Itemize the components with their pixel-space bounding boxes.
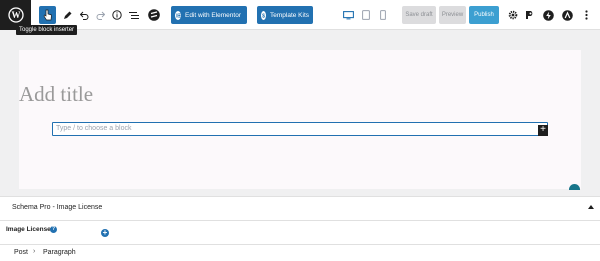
template-kits-label: Template Kits bbox=[270, 11, 310, 19]
desktop-icon bbox=[342, 10, 354, 19]
block-inserter-toggle-button[interactable] bbox=[39, 6, 56, 24]
schema-pro-metabox-body bbox=[0, 221, 600, 244]
block-breadcrumb-bar bbox=[0, 244, 600, 261]
template-kits-button[interactable]: $ Template Kits bbox=[257, 6, 313, 24]
svg-text:$: $ bbox=[262, 13, 265, 18]
collapse-caret-icon[interactable] bbox=[588, 205, 594, 209]
chevron-right-icon: › bbox=[33, 248, 36, 255]
post-title-input[interactable]: Add title bbox=[19, 82, 93, 107]
more-vertical-icon bbox=[584, 10, 588, 20]
plugin-logo-icon bbox=[526, 11, 533, 19]
editor-canvas bbox=[19, 50, 581, 189]
publish-label: Publish bbox=[474, 12, 494, 18]
list-view-button[interactable] bbox=[128, 6, 140, 24]
elementor-icon bbox=[175, 10, 181, 20]
stackable-settings-button[interactable] bbox=[542, 6, 554, 24]
preview-button[interactable]: Preview bbox=[439, 6, 466, 24]
help-question-icon[interactable]: ? bbox=[50, 226, 57, 233]
pencil-icon bbox=[63, 11, 71, 19]
breadcrumb-paragraph[interactable]: Paragraph bbox=[43, 249, 76, 256]
block-inserter-tooltip: Toggle block inserter bbox=[16, 25, 78, 35]
edit-with-elementor-button[interactable]: Edit with Elementor bbox=[171, 6, 247, 24]
settings-button[interactable] bbox=[507, 6, 518, 24]
svg-text:W: W bbox=[11, 10, 20, 20]
tablet-icon bbox=[362, 10, 370, 20]
publish-button[interactable]: Publish bbox=[469, 6, 499, 24]
list-view-icon bbox=[129, 11, 139, 19]
tools-pencil-button[interactable] bbox=[61, 6, 73, 24]
gear-icon bbox=[508, 10, 517, 20]
astra-settings-button[interactable] bbox=[561, 6, 573, 24]
save-draft-label: Save draft bbox=[405, 12, 433, 18]
save-draft-button[interactable]: Save draft bbox=[402, 6, 436, 24]
block-appender-input[interactable]: Type / to choose a block bbox=[52, 122, 548, 136]
undo-button[interactable] bbox=[78, 6, 90, 24]
details-button[interactable] bbox=[111, 6, 123, 24]
more-options-button[interactable] bbox=[581, 6, 591, 24]
mobile-preview-button[interactable] bbox=[377, 6, 389, 24]
lightning-icon bbox=[542, 9, 554, 21]
image-license-label: Image License bbox=[6, 226, 51, 233]
tablet-preview-button[interactable] bbox=[360, 6, 372, 24]
redo-icon bbox=[96, 11, 105, 20]
hand-pointer-icon bbox=[43, 9, 52, 21]
preview-label: Preview bbox=[441, 12, 464, 18]
undo-icon bbox=[79, 11, 88, 20]
astra-logo-icon bbox=[561, 9, 573, 21]
schema-pro-metabox-title: Schema Pro - Image License bbox=[12, 204, 103, 211]
edit-with-elementor-label: Edit with Elementor bbox=[185, 11, 241, 19]
stackable-logo-icon bbox=[148, 9, 160, 21]
breadcrumb-post[interactable]: Post bbox=[14, 249, 28, 256]
seo-plugin-button[interactable] bbox=[524, 6, 536, 24]
stackable-button[interactable] bbox=[147, 6, 161, 24]
add-block-plus-icon[interactable]: + bbox=[538, 125, 548, 136]
mobile-icon bbox=[380, 10, 386, 20]
add-license-plus-icon[interactable]: + bbox=[101, 229, 109, 237]
floating-help-icon[interactable] bbox=[569, 184, 580, 190]
desktop-preview-button[interactable] bbox=[341, 6, 355, 24]
redo-button[interactable] bbox=[94, 6, 106, 24]
info-icon bbox=[112, 10, 122, 20]
editor-toolbar: W Edit with Elementor $ Template Kits Sa… bbox=[0, 0, 600, 30]
template-kits-icon: $ bbox=[261, 10, 266, 20]
